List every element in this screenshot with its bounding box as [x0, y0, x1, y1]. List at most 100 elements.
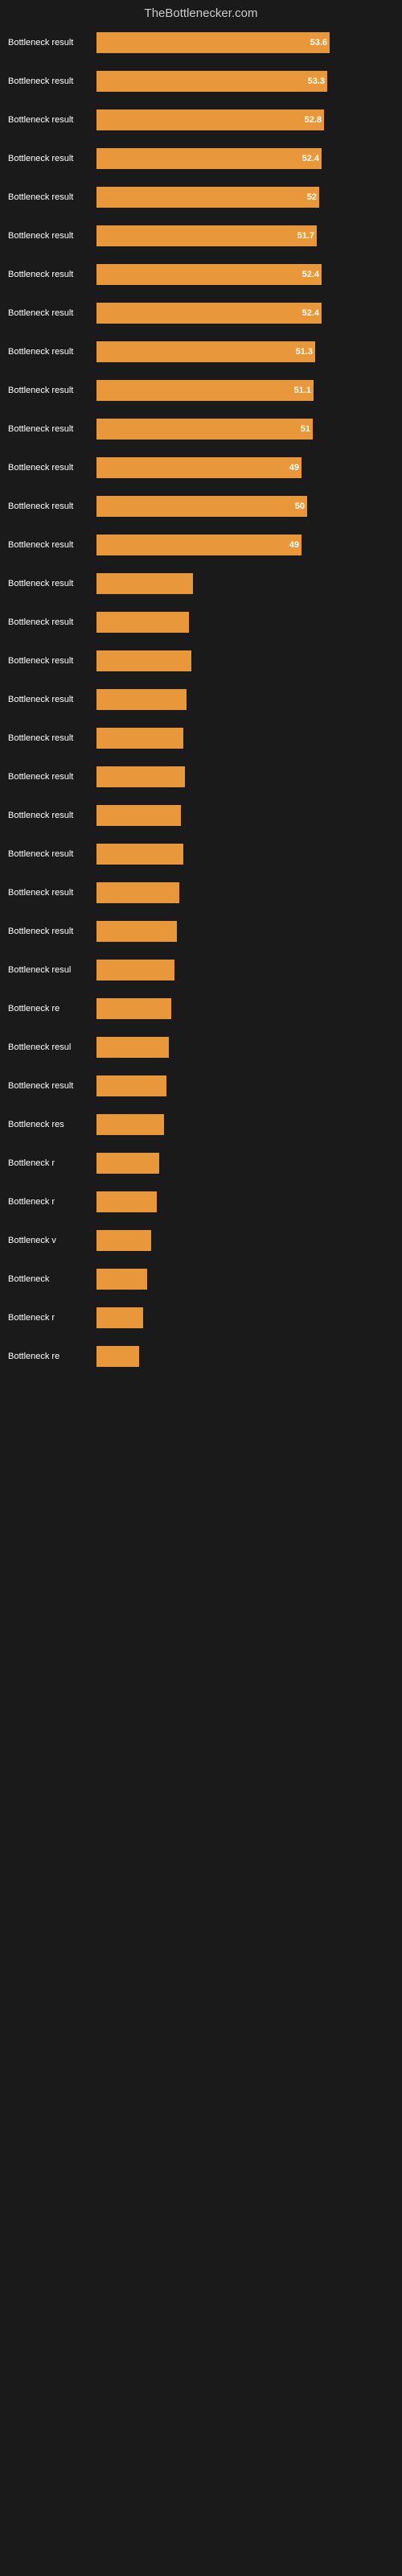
bar-wrapper — [96, 1037, 394, 1058]
bar-label: Bottleneck result — [8, 540, 96, 550]
bar-label: Bottleneck result — [8, 733, 96, 743]
bar-wrapper: 52.8 — [96, 109, 394, 130]
bar — [96, 573, 193, 594]
bar-row: Bottleneck result52 — [8, 183, 394, 212]
bar-wrapper — [96, 805, 394, 826]
bar-label: Bottleneck result — [8, 76, 96, 86]
bar-label: Bottleneck result — [8, 38, 96, 47]
bar-label: Bottleneck result — [8, 888, 96, 898]
bar-label: Bottleneck result — [8, 502, 96, 511]
bar — [96, 1075, 166, 1096]
bar-label: Bottleneck result — [8, 231, 96, 241]
bar-wrapper — [96, 728, 394, 749]
bar — [96, 1153, 159, 1174]
bar-row: Bottleneck result — [8, 878, 394, 907]
bar-wrapper: 51.3 — [96, 341, 394, 362]
bar-row: Bottleneck result — [8, 762, 394, 791]
bar-label: Bottleneck result — [8, 347, 96, 357]
bar-row: Bottleneck result — [8, 608, 394, 637]
bar — [96, 1114, 164, 1135]
bar-label: Bottleneck result — [8, 656, 96, 666]
bar-wrapper: 53.6 — [96, 32, 394, 53]
bar-label: Bottleneck result — [8, 270, 96, 279]
bar-label: Bottleneck resul — [8, 965, 96, 975]
bar-row: Bottleneck result52.4 — [8, 144, 394, 173]
bar-row: Bottleneck r — [8, 1187, 394, 1216]
bar-row: Bottleneck result51.1 — [8, 376, 394, 405]
bar-row: Bottleneck result — [8, 840, 394, 869]
bar-value: 51 — [301, 424, 310, 434]
bar-wrapper: 52.4 — [96, 148, 394, 169]
bar: 53.3 — [96, 71, 327, 92]
bar — [96, 844, 183, 865]
bar: 49 — [96, 535, 302, 555]
bar-wrapper: 51.7 — [96, 225, 394, 246]
bar-label: Bottleneck result — [8, 1081, 96, 1091]
bar-wrapper — [96, 998, 394, 1019]
bar-row: Bottleneck result 52.4 — [8, 299, 394, 328]
bar-value: 53.6 — [310, 38, 327, 47]
bar-wrapper — [96, 1153, 394, 1174]
bar-wrapper: 50 — [96, 496, 394, 517]
bar-label: Bottleneck result — [8, 579, 96, 588]
bar-row: Bottleneck resul — [8, 1033, 394, 1062]
bar-wrapper — [96, 1191, 394, 1212]
bar-label: Bottleneck result — [8, 386, 96, 395]
bar — [96, 689, 187, 710]
bar-wrapper: 52 — [96, 187, 394, 208]
bar-row: Bottleneck result 51 — [8, 415, 394, 444]
bar-row: Bottleneck r — [8, 1149, 394, 1178]
bar-row: Bottleneck re — [8, 994, 394, 1023]
bar-value: 52.4 — [302, 308, 319, 318]
bar-wrapper — [96, 1346, 394, 1367]
bar-row: Bottleneck v — [8, 1226, 394, 1255]
bar — [96, 1191, 157, 1212]
bar-wrapper: 51 — [96, 419, 394, 440]
bar-label: Bottleneck result — [8, 192, 96, 202]
bar-row: Bottleneck result — [8, 646, 394, 675]
bar-wrapper — [96, 921, 394, 942]
bar-label: Bottleneck result — [8, 772, 96, 782]
bar-wrapper — [96, 1307, 394, 1328]
bar-wrapper: 51.1 — [96, 380, 394, 401]
bar — [96, 960, 174, 980]
bar-label: Bottleneck r — [8, 1313, 96, 1323]
bar-label: Bottleneck result — [8, 849, 96, 859]
bar-row: Bottleneck — [8, 1265, 394, 1294]
bar-row: Bottleneck result — [8, 917, 394, 946]
bar-wrapper: 49 — [96, 457, 394, 478]
bar-label: Bottleneck re — [8, 1352, 96, 1361]
bar — [96, 1037, 169, 1058]
bar-row: Bottleneck result 53.6 — [8, 28, 394, 57]
bar-label: Bottleneck result — [8, 617, 96, 627]
bar: 51.3 — [96, 341, 315, 362]
bar — [96, 921, 177, 942]
bar-label: Bottleneck — [8, 1274, 96, 1284]
bar-row: Bottleneck result51.7 — [8, 221, 394, 250]
bar: 49 — [96, 457, 302, 478]
bar-label: Bottleneck r — [8, 1197, 96, 1207]
bar: 53.6 — [96, 32, 330, 53]
bar-wrapper — [96, 1075, 394, 1096]
bar — [96, 998, 171, 1019]
bar-label: Bottleneck result — [8, 424, 96, 434]
bar: 52.4 — [96, 148, 322, 169]
bar-wrapper: 49 — [96, 535, 394, 555]
bar-label: Bottleneck result — [8, 308, 96, 318]
bar-label: Bottleneck result — [8, 695, 96, 704]
bar-label: Bottleneck v — [8, 1236, 96, 1245]
bar-label: Bottleneck res — [8, 1120, 96, 1129]
bar-row: Bottleneck r — [8, 1303, 394, 1332]
bar — [96, 882, 179, 903]
bar-wrapper — [96, 650, 394, 671]
bar-row: Bottleneck result53.3 — [8, 67, 394, 96]
bar-row: Bottleneck result51.3 — [8, 337, 394, 366]
bar — [96, 1269, 147, 1290]
bar-row: Bottleneck result49 — [8, 453, 394, 482]
bar-row: Bottleneck result52.8 — [8, 105, 394, 134]
bar — [96, 612, 189, 633]
bar-row: Bottleneck re — [8, 1342, 394, 1371]
bar-row: Bottleneck resul — [8, 956, 394, 985]
bar-row: Bottleneck result — [8, 569, 394, 598]
bar-value: 49 — [289, 463, 299, 473]
